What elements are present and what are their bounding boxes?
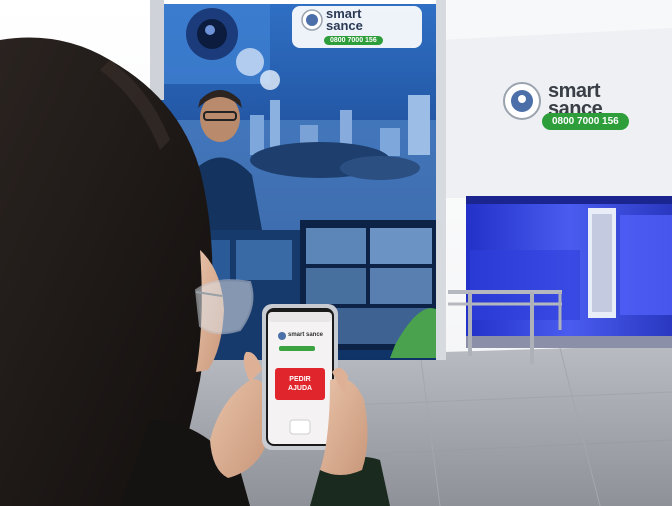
glasses xyxy=(194,279,254,335)
photo-scene: smart sance 0800 7000 156 smart sance 0800… xyxy=(0,0,672,506)
pedir-ajuda-button[interactable]: PEDIR AJUDA xyxy=(275,368,325,400)
pillar xyxy=(436,0,446,360)
phone-app-brand: smart sance xyxy=(288,332,324,338)
wall-sign-phone-pill: 0800 7000 156 xyxy=(542,113,629,130)
phone-app-screen: smart sance PEDIR AJUDA xyxy=(268,312,332,444)
wall-sign: smart sance 0800 7000 156 xyxy=(502,80,670,140)
banner-sign-phone-pill: 0800 7000 156 xyxy=(324,36,383,45)
banner-sign: smart sance 0800 7000 156 xyxy=(292,6,422,48)
scene-illustration xyxy=(0,0,672,506)
banner-sign-brand: smart sance xyxy=(326,6,363,33)
